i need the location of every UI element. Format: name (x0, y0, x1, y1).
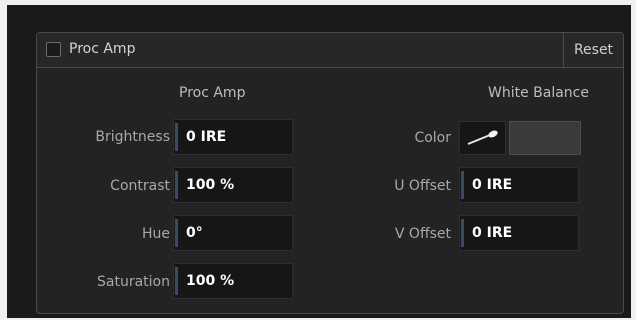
u-offset-field[interactable]: 0 IRE (459, 167, 579, 203)
eyedropper-button[interactable] (459, 121, 506, 155)
eyedropper-icon (467, 130, 498, 145)
v-offset-field[interactable]: 0 IRE (459, 215, 579, 251)
white-balance-section-title: White Balance (488, 85, 589, 101)
proc-amp-panel: Proc Amp Reset Proc Amp Brightness 0 IRE… (36, 32, 624, 314)
hue-label: Hue (141, 226, 170, 242)
brightness-label: Brightness (95, 129, 170, 145)
brightness-field[interactable]: 0 IRE (173, 119, 293, 155)
brightness-value: 0 IRE (186, 129, 227, 145)
contrast-label: Contrast (110, 178, 170, 194)
proc-amp-section-title: Proc Amp (179, 85, 246, 101)
v-offset-label: V Offset (394, 226, 451, 242)
color-label: Color (414, 130, 451, 146)
v-offset-value: 0 IRE (472, 225, 513, 241)
saturation-value: 100 % (186, 273, 235, 289)
panel-header: Proc Amp Reset (37, 33, 623, 68)
color-swatch[interactable] (509, 121, 581, 155)
saturation-field[interactable]: 100 % (173, 263, 293, 299)
reset-button[interactable]: Reset (563, 33, 623, 67)
u-offset-label: U Offset (394, 178, 451, 194)
hue-field[interactable]: 0° (173, 215, 293, 251)
enable-checkbox[interactable] (46, 42, 61, 57)
panel-title: Proc Amp (69, 41, 136, 57)
saturation-label: Saturation (97, 274, 170, 290)
u-offset-value: 0 IRE (472, 177, 513, 193)
hue-value: 0° (186, 225, 203, 241)
contrast-field[interactable]: 100 % (173, 167, 293, 203)
contrast-value: 100 % (186, 177, 235, 193)
window-background: Proc Amp Reset Proc Amp Brightness 0 IRE… (7, 5, 631, 318)
